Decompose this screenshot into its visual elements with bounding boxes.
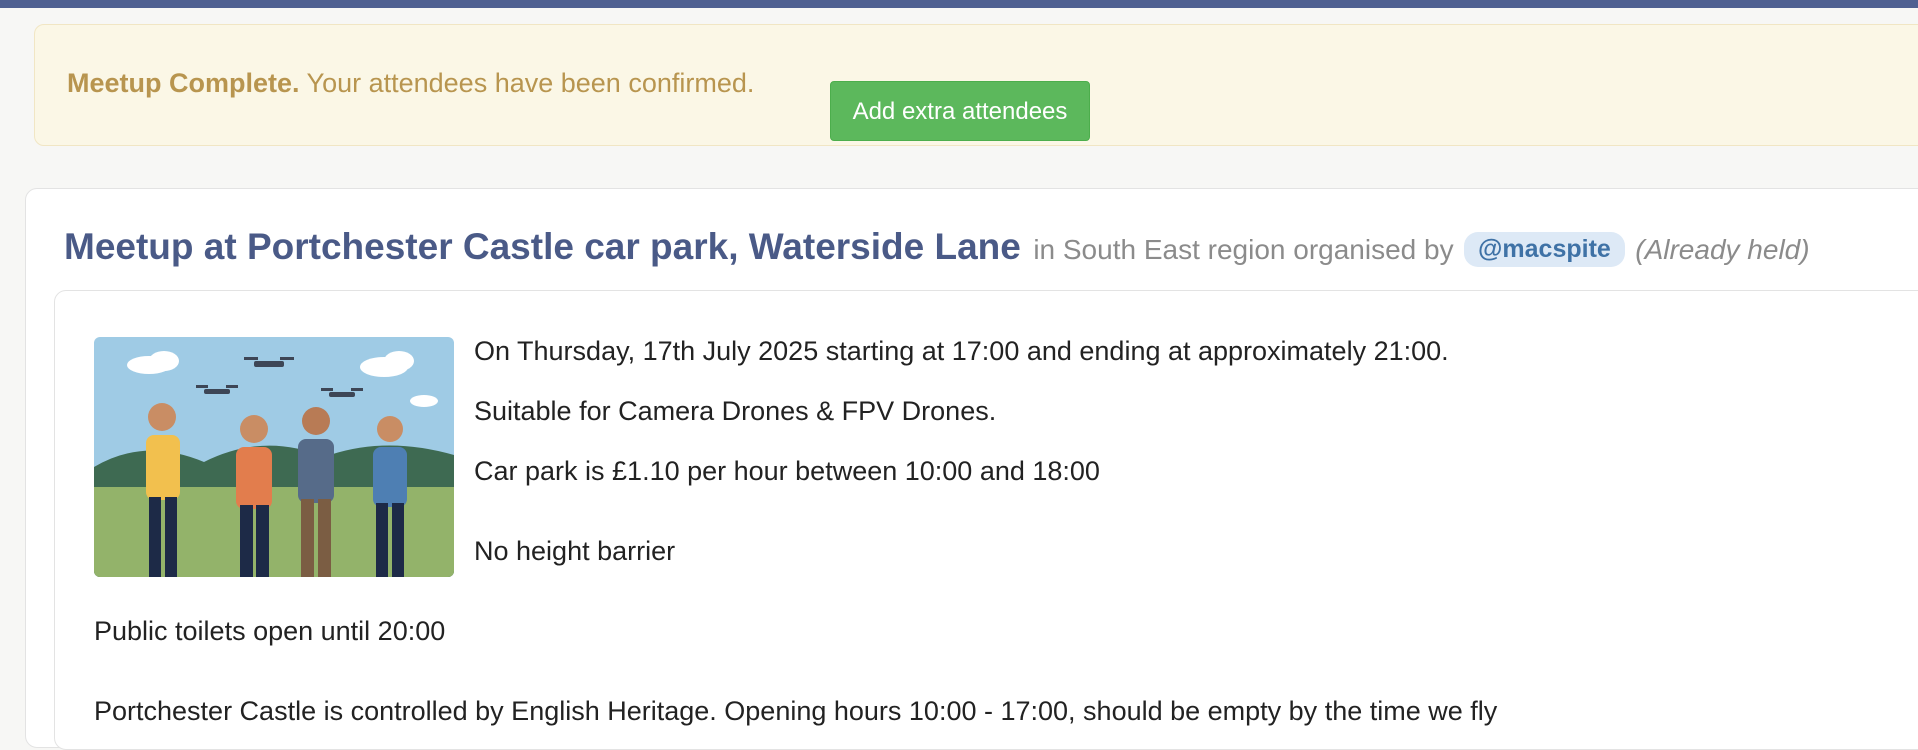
meetup-date-line: On Thursday, 17th July 2025 starting at …: [474, 336, 1449, 366]
top-nav-bar: [0, 0, 1918, 8]
meetup-image: [94, 337, 454, 577]
meetup-complete-alert: Meetup Complete. Your attendees have bee…: [34, 24, 1918, 146]
alert-strong-text: Meetup Complete.: [67, 68, 300, 98]
meetup-title[interactable]: Meetup at Portchester Castle car park, W…: [64, 226, 1021, 267]
meetup-suitable-line: Suitable for Camera Drones & FPV Drones.: [474, 396, 997, 426]
meetup-car-park-line: Car park is £1.10 per hour between 10:00…: [474, 456, 1100, 486]
meetup-region-text: in South East region organised by: [1033, 234, 1454, 265]
meetup-castle-line: Portchester Castle is controlled by Engl…: [94, 696, 1498, 726]
organiser-badge[interactable]: @macspite: [1464, 232, 1625, 267]
meetup-toilets-line: Public toilets open until 20:00: [94, 616, 446, 646]
alert-message: Meetup Complete. Your attendees have bee…: [67, 70, 754, 97]
alert-body-text: Your attendees have been confirmed.: [306, 68, 755, 98]
meetup-status: (Already held): [1635, 234, 1810, 265]
meetup-header: Meetup at Portchester Castle car park, W…: [64, 226, 1810, 268]
add-extra-attendees-button[interactable]: Add extra attendees: [830, 81, 1090, 141]
meetup-barrier-line: No height barrier: [474, 536, 676, 566]
